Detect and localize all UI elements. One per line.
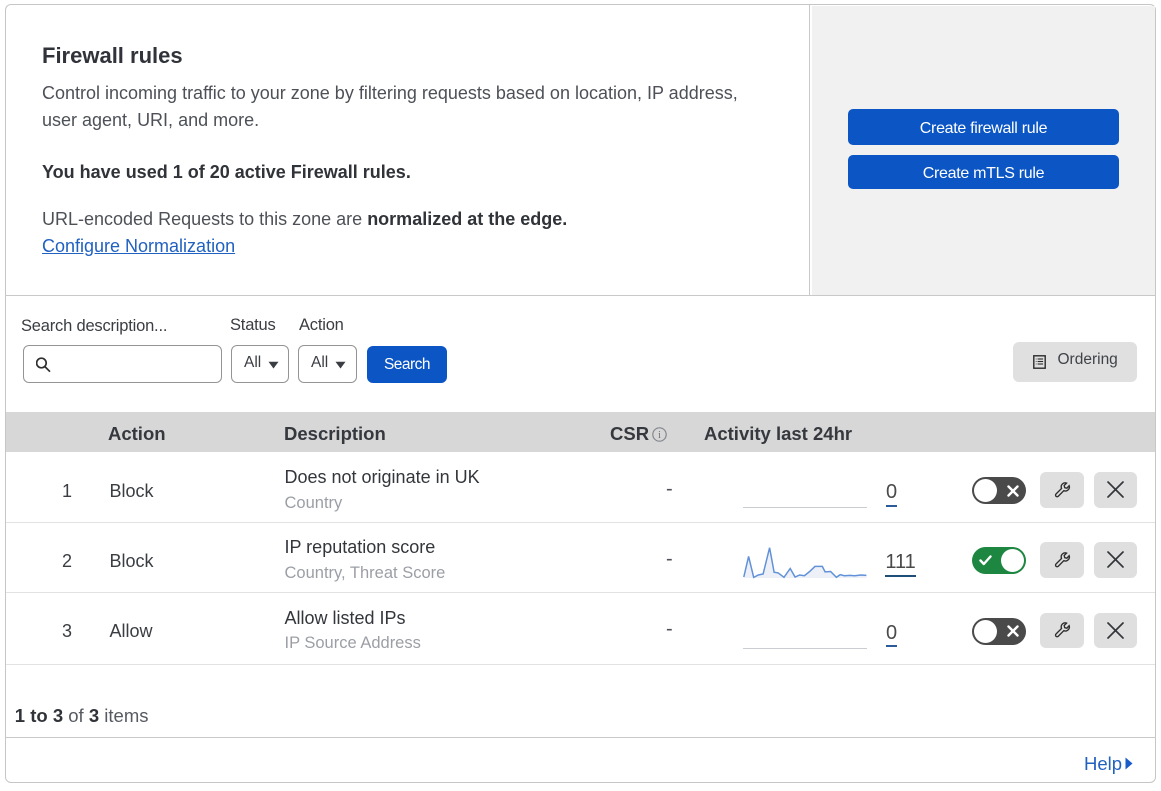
svg-text:i: i <box>658 430 661 441</box>
